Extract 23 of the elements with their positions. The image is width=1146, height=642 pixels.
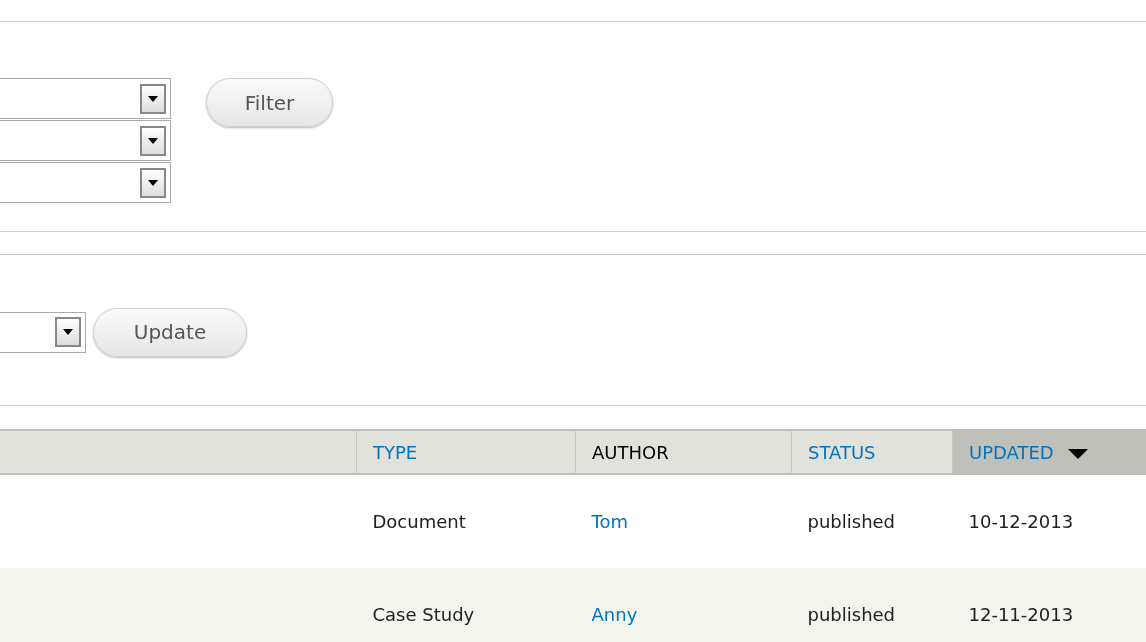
column-header[interactable]: STATUS <box>791 430 953 474</box>
dropdown-field[interactable] <box>0 162 171 203</box>
table-cell: 12-11-2013 <box>952 568 1146 642</box>
dropdown-field[interactable] <box>0 311 86 353</box>
column-header[interactable]: UPDATED <box>952 430 1146 474</box>
update-button[interactable]: Update <box>93 307 247 357</box>
table-cell: Case Study <box>356 568 576 642</box>
caret-icon <box>140 83 166 114</box>
dropdown-field[interactable] <box>0 78 171 119</box>
author-link[interactable]: Anny <box>575 568 792 642</box>
table-cell: published <box>791 568 953 642</box>
table-cell: published <box>791 474 953 568</box>
filter-button[interactable]: Filter <box>206 78 333 127</box>
column-header: AUTHOR <box>575 430 792 474</box>
dropdown-field[interactable] <box>0 120 171 161</box>
caret-icon <box>140 167 166 198</box>
column-header[interactable]: TYPE <box>356 430 576 474</box>
table-cell: 10-12-2013 <box>952 474 1146 568</box>
caret-icon <box>140 125 166 156</box>
author-link[interactable]: Tom <box>575 474 792 568</box>
caret-icon <box>55 317 81 347</box>
sort-caret-icon <box>1067 448 1088 459</box>
table-cell: Document <box>356 474 576 568</box>
